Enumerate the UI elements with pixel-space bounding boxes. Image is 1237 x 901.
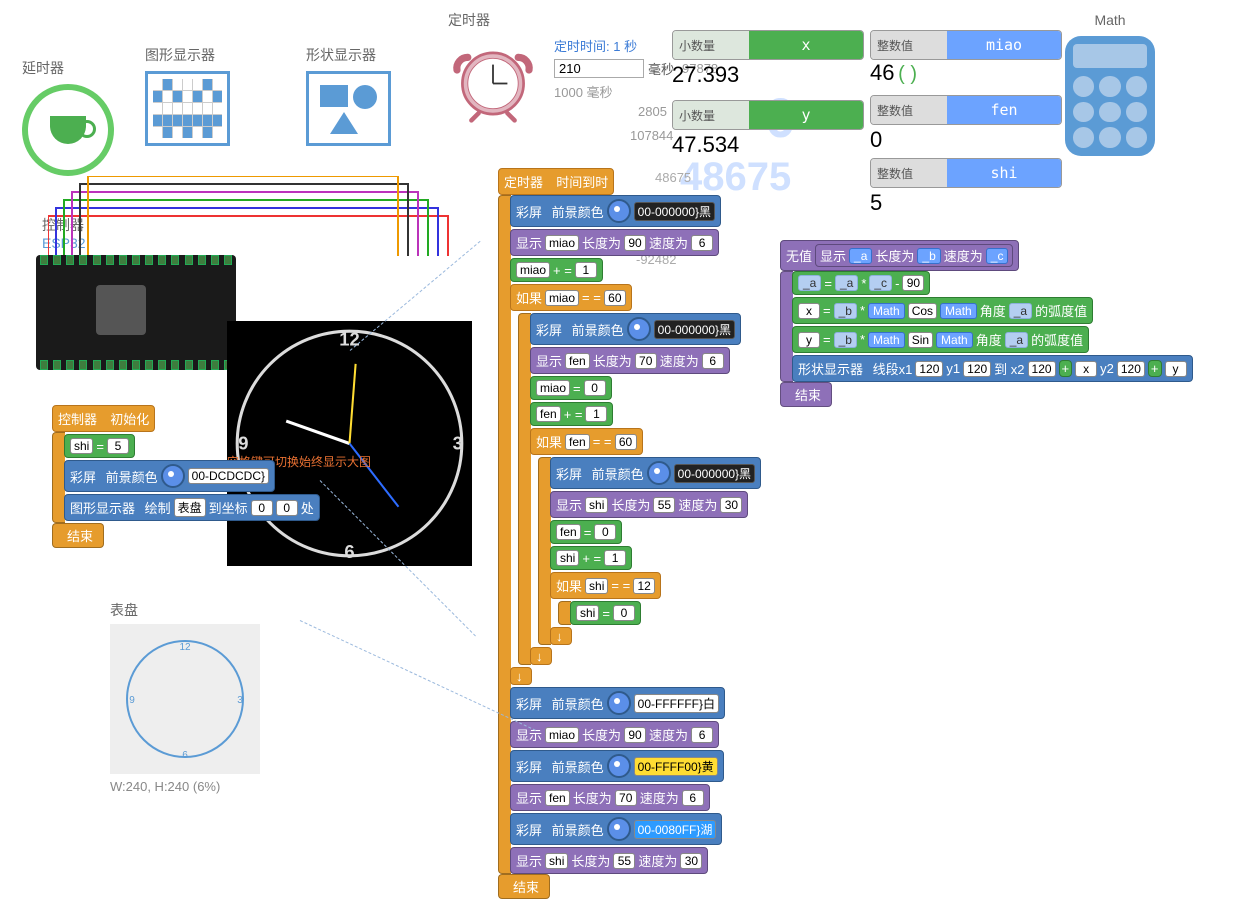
- calculator-icon[interactable]: [1065, 36, 1155, 156]
- fg-lake[interactable]: 彩屏 前景颜色 00-0080FF}湖: [510, 813, 722, 845]
- param-y-var: y: [749, 101, 863, 129]
- param-x-value: 27.393: [672, 62, 864, 88]
- init-stack[interactable]: 控制器 初始化 shi=5 彩屏 前景颜色 00-DCDCDC} 图形显示器 绘…: [52, 405, 320, 548]
- init-hat[interactable]: 控制器 初始化: [52, 405, 155, 432]
- arrow-down-icon: ↓: [530, 647, 552, 665]
- show-miao-1[interactable]: 显示miao 长度为90 速度为6: [510, 229, 719, 256]
- delay-icon[interactable]: [22, 84, 114, 176]
- svg-text:9: 9: [129, 695, 135, 706]
- fg-black-2[interactable]: 彩屏 前景颜色 00-000000}黑: [530, 313, 741, 345]
- svg-text:6: 6: [182, 750, 188, 761]
- proc-hat[interactable]: 无值 显示 _a长度为 _b速度为 _c: [780, 240, 1019, 271]
- param-shi[interactable]: 整数值 shi: [870, 158, 1062, 188]
- timer-unit: 毫秒: [648, 59, 674, 78]
- color-dot-icon: [161, 464, 185, 488]
- fen-inc[interactable]: fen+ =1: [530, 402, 613, 426]
- param-miao-val-b: ( ): [898, 63, 917, 85]
- shape-label: 形状显示器: [306, 45, 391, 65]
- miao-inc[interactable]: miao+ =1: [510, 258, 603, 282]
- svg-text:12: 12: [339, 329, 359, 350]
- bitmap-label: 图形显示器: [145, 45, 230, 65]
- timer-label: 定时器: [448, 10, 538, 30]
- proc-l4[interactable]: 形状显示器 线段x1120 y1120 到 x2120 + x y2120 + …: [792, 355, 1193, 382]
- param-miao-val-a: 46: [870, 60, 894, 85]
- if-miao[interactable]: 如果miao= =60: [510, 284, 632, 311]
- param-miao[interactable]: 整数值 miao: [870, 30, 1062, 60]
- proc-l1[interactable]: _a= _a* _c- 90: [792, 271, 930, 295]
- fg-black-3[interactable]: 彩屏 前景颜色 00-000000}黑: [550, 457, 761, 489]
- math-label: Math: [1050, 12, 1170, 28]
- timer-end: 结束: [498, 874, 550, 899]
- fg-black-1[interactable]: 彩屏 前景颜色 00-000000}黑: [510, 195, 721, 227]
- bitmap-display-icon[interactable]: [145, 71, 230, 146]
- color-dot-icon: [647, 461, 671, 485]
- arrow-down-icon: ↓: [550, 627, 572, 645]
- fg-white[interactable]: 彩屏 前景颜色 00-FFFFFF}白: [510, 687, 725, 719]
- shi-inc[interactable]: shi+ =1: [550, 546, 632, 570]
- dial-title: 表盘: [110, 600, 260, 620]
- delay-label: 延时器: [22, 58, 114, 78]
- timer-stack[interactable]: 定时器 时间到时 彩屏 前景颜色 00-000000}黑 显示miao 长度为9…: [498, 168, 761, 899]
- svg-text:3: 3: [453, 433, 463, 454]
- param-fen-val: 0: [870, 127, 1062, 153]
- timer-value-input[interactable]: [554, 59, 644, 78]
- param-y-label: 小数量: [673, 101, 749, 129]
- color-dot-icon: [607, 691, 631, 715]
- esp32-board[interactable]: [36, 255, 236, 370]
- fg-yellow[interactable]: 彩屏 前景颜色 00-FFFF00}黄: [510, 750, 724, 782]
- draw-dial[interactable]: 图形显示器 绘制 表盘到坐标 00处: [64, 494, 320, 521]
- dial-caption: W:240, H:240 (6%): [110, 779, 260, 794]
- color-dot-icon: [627, 317, 651, 341]
- timer-side-1: 2805: [638, 104, 667, 119]
- timer-hat[interactable]: 定时器 时间到时: [498, 168, 614, 195]
- svg-text:12: 12: [179, 642, 191, 653]
- show-shi-1[interactable]: 显示shi 长度为55 速度为30: [550, 491, 748, 518]
- miao-zero[interactable]: miao=0: [530, 376, 612, 400]
- proc-l3[interactable]: y= _b* MathSin Math角度 _a的弧度值: [792, 326, 1089, 353]
- param-fen-var: fen: [947, 96, 1061, 124]
- color-dot-icon: [607, 754, 631, 778]
- proc-end: 结束: [780, 382, 832, 407]
- param-miao-var: miao: [947, 31, 1061, 59]
- show-fen-2[interactable]: 显示fen 长度为70 速度为6: [510, 784, 710, 811]
- param-x[interactable]: 小数量 x: [672, 30, 864, 60]
- param-shi-val: 5: [870, 190, 1062, 216]
- arrow-down-icon: ↓: [510, 667, 532, 685]
- param-x-label: 小数量: [673, 31, 749, 59]
- param-x-var: x: [749, 31, 863, 59]
- fg-color-init[interactable]: 彩屏 前景颜色 00-DCDCDC}: [64, 460, 275, 492]
- svg-text:3: 3: [237, 695, 243, 706]
- color-dot-icon: [607, 817, 631, 841]
- dial-preview[interactable]: 12 3 6 9: [110, 624, 260, 774]
- param-y-value: 47.534: [672, 132, 864, 158]
- show-shi-2[interactable]: 显示shi 长度为55 速度为30: [510, 847, 708, 874]
- svg-text:6: 6: [344, 541, 354, 562]
- param-shi-var: shi: [947, 159, 1061, 187]
- if-fen[interactable]: 如果fen= =60: [530, 428, 643, 455]
- proc-stack[interactable]: 无值 显示 _a长度为 _b速度为 _c _a= _a* _c- 90 x= _…: [780, 240, 1193, 407]
- param-miao-label: 整数值: [871, 31, 947, 59]
- param-y[interactable]: 小数量 y: [672, 100, 864, 130]
- shi-assign[interactable]: shi=5: [64, 434, 135, 458]
- timer-side-2: 107844: [630, 128, 673, 143]
- show-miao-2[interactable]: 显示miao 长度为90 速度为6: [510, 721, 719, 748]
- param-fen-label: 整数值: [871, 96, 947, 124]
- param-shi-label: 整数值: [871, 159, 947, 187]
- fen-zero[interactable]: fen=0: [550, 520, 622, 544]
- if-shi[interactable]: 如果shi= =12: [550, 572, 661, 599]
- alarm-clock-icon[interactable]: [448, 34, 538, 124]
- shape-display-icon[interactable]: [306, 71, 391, 146]
- param-fen[interactable]: 整数值 fen: [870, 95, 1062, 125]
- color-dot-icon: [607, 199, 631, 223]
- init-end: 结束: [52, 523, 104, 548]
- shi-zero[interactable]: shi=0: [570, 601, 641, 625]
- proc-l2[interactable]: x= _b* MathCos Math角度 _a的弧度值: [792, 297, 1093, 324]
- show-fen-1[interactable]: 显示fen 长度为70 速度为6: [530, 347, 730, 374]
